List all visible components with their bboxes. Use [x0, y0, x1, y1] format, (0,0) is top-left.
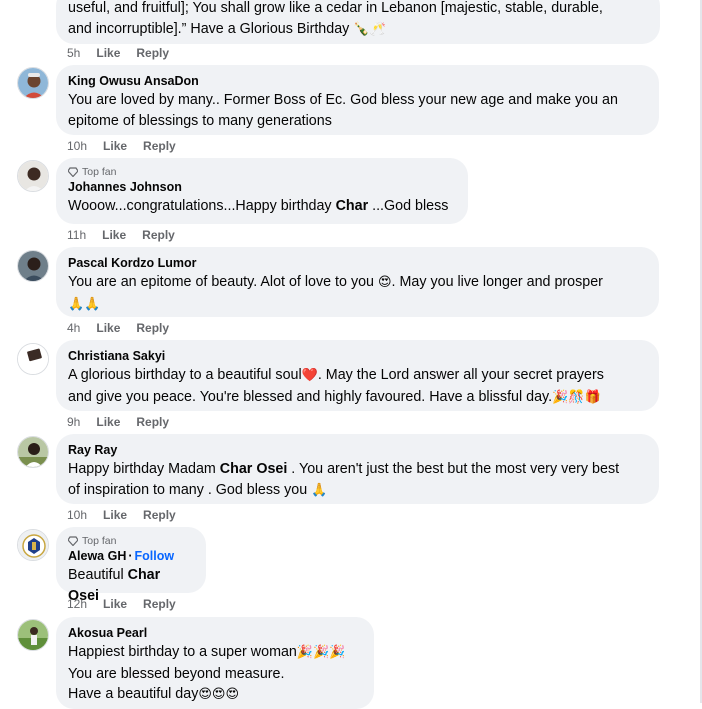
avatar[interactable]: [17, 67, 49, 99]
reply-button[interactable]: Reply: [143, 139, 176, 153]
comment-author: Alewa GH · Follow: [68, 548, 194, 565]
like-button[interactable]: Like: [96, 46, 120, 60]
diamond-icon: [68, 167, 78, 177]
mention[interactable]: Char: [336, 198, 369, 214]
comment-bubble: Top fan Alewa GH · Follow Beautiful Char O…: [56, 527, 206, 604]
top-fan-badge: Top fan: [68, 165, 456, 179]
comment-bubble: Ray Ray Happy birthday Madam Char Osei .…: [56, 434, 659, 504]
top-fan-badge: Top fan: [68, 534, 194, 548]
avatar[interactable]: [17, 436, 49, 468]
comment-actions: 9h Like Reply: [67, 415, 185, 429]
comment-author[interactable]: Akosua Pearl: [68, 625, 362, 642]
comment-author[interactable]: Pascal Kordzo Lumor: [68, 255, 647, 272]
avatar[interactable]: [17, 529, 49, 561]
emoji: 😍: [377, 275, 392, 290]
like-button[interactable]: Like: [96, 321, 120, 335]
comment-text: Wooow...congratulations...Happy birthday…: [68, 198, 449, 214]
diamond-icon: [68, 536, 78, 546]
like-button[interactable]: Like: [103, 508, 127, 522]
comment-author[interactable]: Christiana Sakyi: [68, 348, 647, 365]
emoji: ❤️: [301, 368, 318, 383]
like-button[interactable]: Like: [103, 597, 127, 611]
comment-author[interactable]: Ray Ray: [68, 442, 647, 459]
author-name[interactable]: Alewa GH: [68, 549, 126, 563]
timestamp[interactable]: 4h: [67, 321, 80, 335]
timestamp[interactable]: 9h: [67, 415, 80, 429]
emoji: 🍾🥂: [353, 21, 386, 37]
comment-bubble: Top fan Johannes Johnson Wooow...congrat…: [56, 158, 468, 224]
comment-bubble: Akosua Pearl Happiest birthday to a supe…: [56, 617, 374, 709]
comment-text: A glorious birthday to a beautiful soul❤…: [68, 367, 604, 405]
emoji: 😍😍😍: [198, 687, 240, 702]
emoji: 🙏: [311, 482, 328, 498]
reply-button[interactable]: Reply: [136, 46, 169, 60]
avatar[interactable]: [17, 343, 49, 375]
timestamp[interactable]: 11h: [67, 228, 86, 242]
comment-actions: 10h Like Reply: [67, 508, 192, 522]
comment-bubble: useful, and fruitful]; You shall grow li…: [56, 0, 660, 44]
comment-actions: 5h Like Reply: [67, 46, 185, 60]
avatar[interactable]: [17, 250, 49, 282]
comment-actions: 10h Like Reply: [67, 139, 192, 153]
reply-button[interactable]: Reply: [143, 508, 176, 522]
comment-text: You are loved by many.. Former Boss of E…: [68, 92, 618, 129]
timestamp[interactable]: 5h: [67, 46, 80, 60]
emoji: 🎉🎊🎁: [552, 389, 601, 405]
timestamp[interactable]: 12h: [67, 597, 87, 611]
comment-text: Happy birthday Madam Char Osei . You are…: [68, 461, 620, 498]
comment-bubble: Pascal Kordzo Lumor You are an epitome o…: [56, 247, 659, 317]
comment-text: You are an epitome of beauty. Alot of lo…: [68, 274, 603, 312]
comment-actions: 4h Like Reply: [67, 321, 185, 335]
reply-button[interactable]: Reply: [136, 415, 169, 429]
like-button[interactable]: Like: [103, 139, 127, 153]
emoji: 🙏🙏: [68, 296, 101, 312]
timestamp[interactable]: 10h: [67, 508, 87, 522]
comment-author[interactable]: King Owusu AnsaDon: [68, 73, 647, 90]
comment-text: useful, and fruitful]; You shall grow li…: [68, 0, 603, 37]
emoji: 🎉🎉🎉: [296, 645, 346, 660]
comment-text: Happiest birthday to a super woman🎉🎉🎉 Yo…: [68, 644, 346, 702]
comment-bubble: Christiana Sakyi A glorious birthday to …: [56, 340, 659, 411]
avatar[interactable]: [17, 160, 49, 192]
reply-button[interactable]: Reply: [136, 321, 169, 335]
comment-author[interactable]: Johannes Johnson: [68, 179, 456, 196]
reply-button[interactable]: Reply: [142, 228, 175, 242]
avatar[interactable]: [17, 619, 49, 651]
separator-dot: ·: [128, 549, 133, 563]
timestamp[interactable]: 10h: [67, 139, 87, 153]
like-button[interactable]: Like: [102, 228, 126, 242]
comment-bubble: King Owusu AnsaDon You are loved by many…: [56, 65, 659, 135]
comment-actions: 11h Like Reply: [67, 228, 191, 242]
follow-button[interactable]: Follow: [135, 549, 175, 563]
like-button[interactable]: Like: [96, 415, 120, 429]
mention[interactable]: Char Osei: [220, 461, 288, 477]
reply-button[interactable]: Reply: [143, 597, 176, 611]
comment-actions: 12h Like Reply: [67, 597, 192, 611]
